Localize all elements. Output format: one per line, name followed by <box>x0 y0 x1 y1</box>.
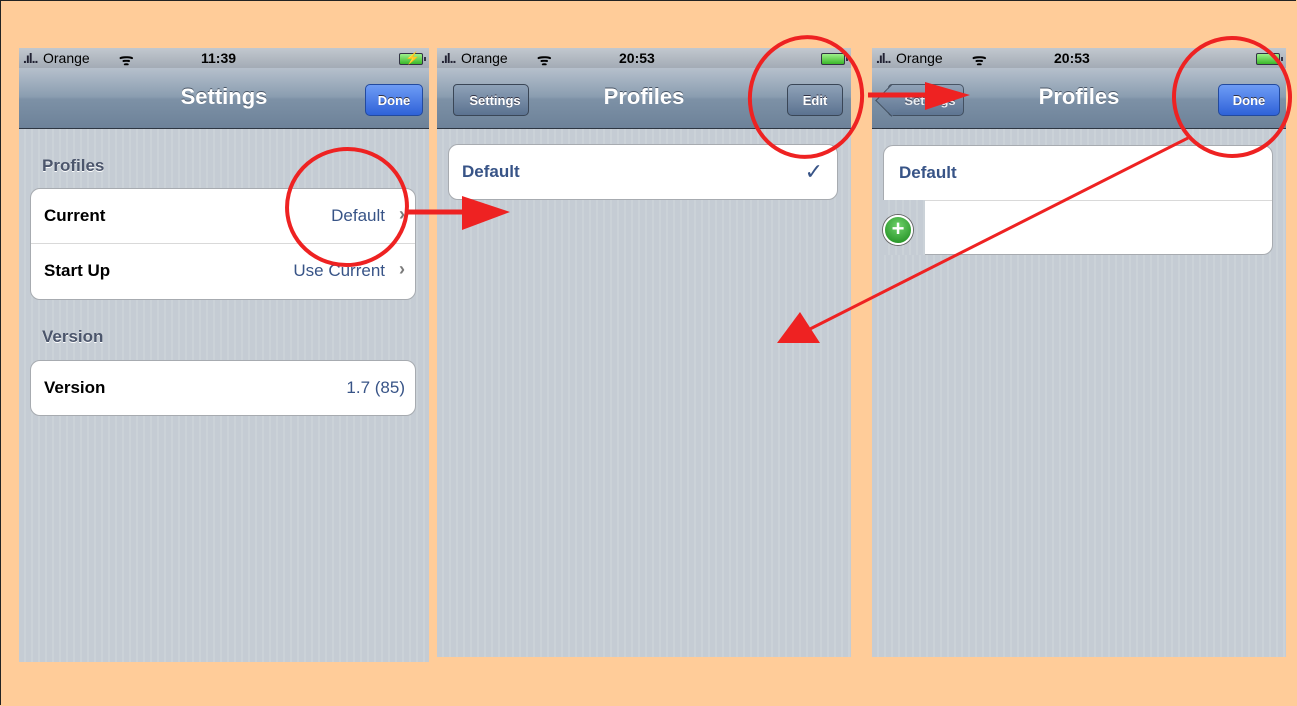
status-bar: .ıl.. Orange ᯤ 20:53 <box>437 48 851 69</box>
carrier-label: Orange <box>461 50 508 66</box>
settings-screen: .ıl.. Orange ᯤ 11:39 ⚡ Settings Done Pro… <box>19 48 429 662</box>
battery-icon: ⚡ <box>399 51 426 65</box>
wifi-icon: ᯤ <box>972 52 987 69</box>
battery-icon <box>1256 53 1283 65</box>
navigation-bar: Settings Done <box>19 68 429 129</box>
clock: 20:53 <box>1054 50 1090 66</box>
signal-icon: .ıl.. <box>876 50 891 66</box>
clock: 11:39 <box>201 50 237 66</box>
profiles-list: Default ✓ <box>448 144 838 200</box>
version-row: Version 1.7 (85) <box>31 361 415 415</box>
done-button[interactable]: Done <box>1218 84 1280 116</box>
charging-bolt-icon: ⚡ <box>405 51 420 65</box>
navigation-bar: Settings Profiles Edit <box>437 68 851 129</box>
version-value: 1.7 (85) <box>346 378 405 397</box>
add-profile-row[interactable] <box>884 201 1272 254</box>
row-label: Start Up <box>44 261 111 280</box>
status-bar: .ıl.. Orange ᯤ 20:53 <box>872 48 1286 69</box>
battery-icon <box>821 53 848 65</box>
profiles-list: Default <box>883 145 1273 255</box>
clock: 20:53 <box>619 50 655 66</box>
version-group: Version 1.7 (85) <box>30 360 416 416</box>
carrier-label: Orange <box>43 50 90 66</box>
wifi-icon: ᯤ <box>119 52 134 69</box>
add-icon[interactable]: + <box>883 215 913 245</box>
navigation-bar: Settings Profiles Done <box>872 68 1286 129</box>
signal-icon: .ıl.. <box>441 50 456 66</box>
row-value: Default <box>331 206 385 225</box>
row-label: Current <box>44 206 106 225</box>
checkmark-icon: ✓ <box>804 159 823 184</box>
wifi-icon: ᯤ <box>537 52 552 69</box>
profile-name: Default <box>899 163 957 182</box>
profile-name: Default <box>462 162 520 181</box>
chevron-right-icon: › <box>399 259 405 279</box>
startup-profile-row[interactable]: Start Up Use Current › <box>31 244 415 299</box>
profiles-section-header: Profiles <box>42 156 105 175</box>
profiles-group: Current Default › Start Up Use Current › <box>30 188 416 300</box>
signal-icon: .ıl.. <box>23 50 38 66</box>
profiles-screen: .ıl.. Orange ᯤ 20:53 Settings Profiles E… <box>437 48 851 657</box>
edit-button[interactable]: Edit <box>787 84 843 116</box>
current-profile-row[interactable]: Current Default › <box>31 189 415 244</box>
row-value: Use Current <box>293 261 385 280</box>
chevron-right-icon: › <box>399 204 405 224</box>
carrier-label: Orange <box>896 50 943 66</box>
row-label: Version <box>44 378 106 397</box>
version-section-header: Version <box>42 327 104 346</box>
status-bar: .ıl.. Orange ᯤ 11:39 ⚡ <box>19 48 429 69</box>
profile-row-default[interactable]: Default <box>884 146 1272 201</box>
profile-row-default[interactable]: Default ✓ <box>449 145 837 199</box>
done-button[interactable]: Done <box>365 84 423 116</box>
profiles-edit-screen: .ıl.. Orange ᯤ 20:53 Settings Profiles D… <box>872 48 1286 657</box>
